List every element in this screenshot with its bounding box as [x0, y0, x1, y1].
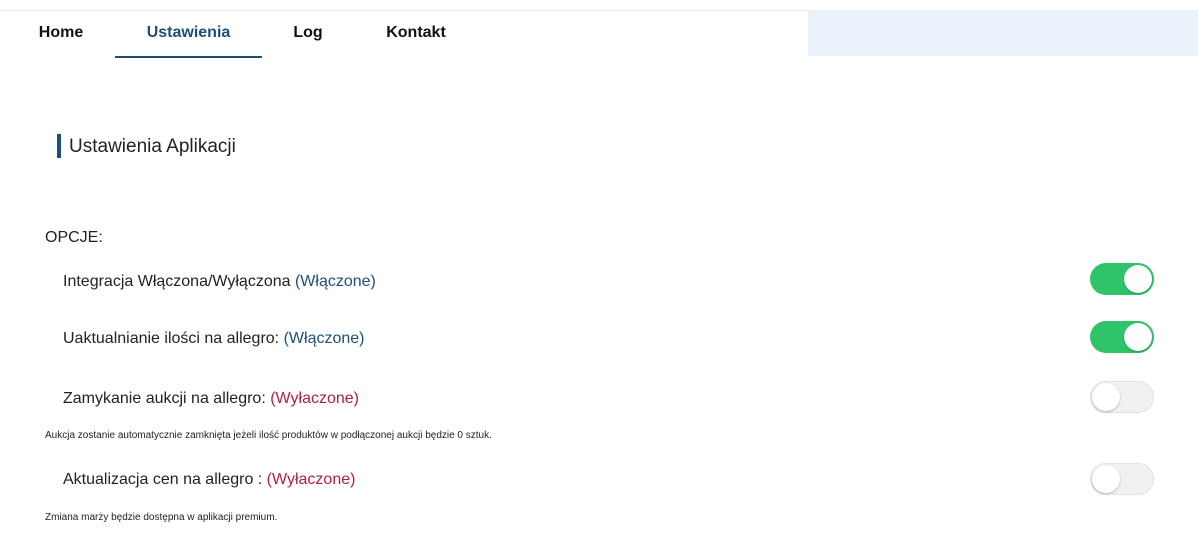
option-label: Zamykanie aukcji na allegro:: [63, 390, 271, 407]
quantity-update-toggle[interactable]: [1090, 321, 1154, 353]
option-label: Aktualizacja cen na allegro :: [63, 471, 267, 488]
auction-closing-toggle[interactable]: [1090, 381, 1154, 413]
topbar-shade: [808, 10, 1198, 56]
toggle-knob: [1124, 323, 1152, 351]
option-status: (Wyłaczone): [266, 471, 356, 488]
nav-log[interactable]: Log: [288, 10, 328, 56]
nav-home[interactable]: Home: [36, 10, 86, 56]
option-price-update: Aktualizacja cen na allegro : (Wyłaczone…: [63, 469, 355, 491]
option-status: (Włączone): [283, 330, 365, 347]
price-update-note: Zmiana marży będzie dostępna w aplikacji…: [45, 512, 278, 523]
page-title: Ustawienia Aplikacji: [69, 136, 236, 157]
title-accent-bar: [57, 134, 61, 158]
integration-toggle[interactable]: [1090, 263, 1154, 295]
options-section-label: OPCJE:: [45, 229, 103, 246]
option-quantity-update: Uaktualnianie ilości na allegro: (Włączo…: [63, 328, 364, 350]
nav-kontakt[interactable]: Kontakt: [382, 10, 450, 56]
toggle-knob: [1092, 465, 1120, 493]
auction-closing-note: Aukcja zostanie automatycznie zamknięta …: [45, 430, 492, 441]
toggle-knob: [1124, 265, 1152, 293]
option-label: Uaktualnianie ilości na allegro:: [63, 330, 284, 347]
option-label: Integracja Włączona/Wyłączona: [63, 273, 295, 290]
toggle-knob: [1092, 383, 1120, 411]
nav-ustawienia[interactable]: Ustawienia: [115, 10, 262, 58]
option-integration: Integracja Włączona/Wyłączona (Włączone): [63, 271, 376, 293]
option-auction-closing: Zamykanie aukcji na allegro: (Wyłaczone): [63, 388, 359, 410]
price-update-toggle[interactable]: [1090, 463, 1154, 495]
option-status: (Wyłaczone): [270, 390, 359, 407]
option-status: (Włączone): [294, 273, 376, 290]
